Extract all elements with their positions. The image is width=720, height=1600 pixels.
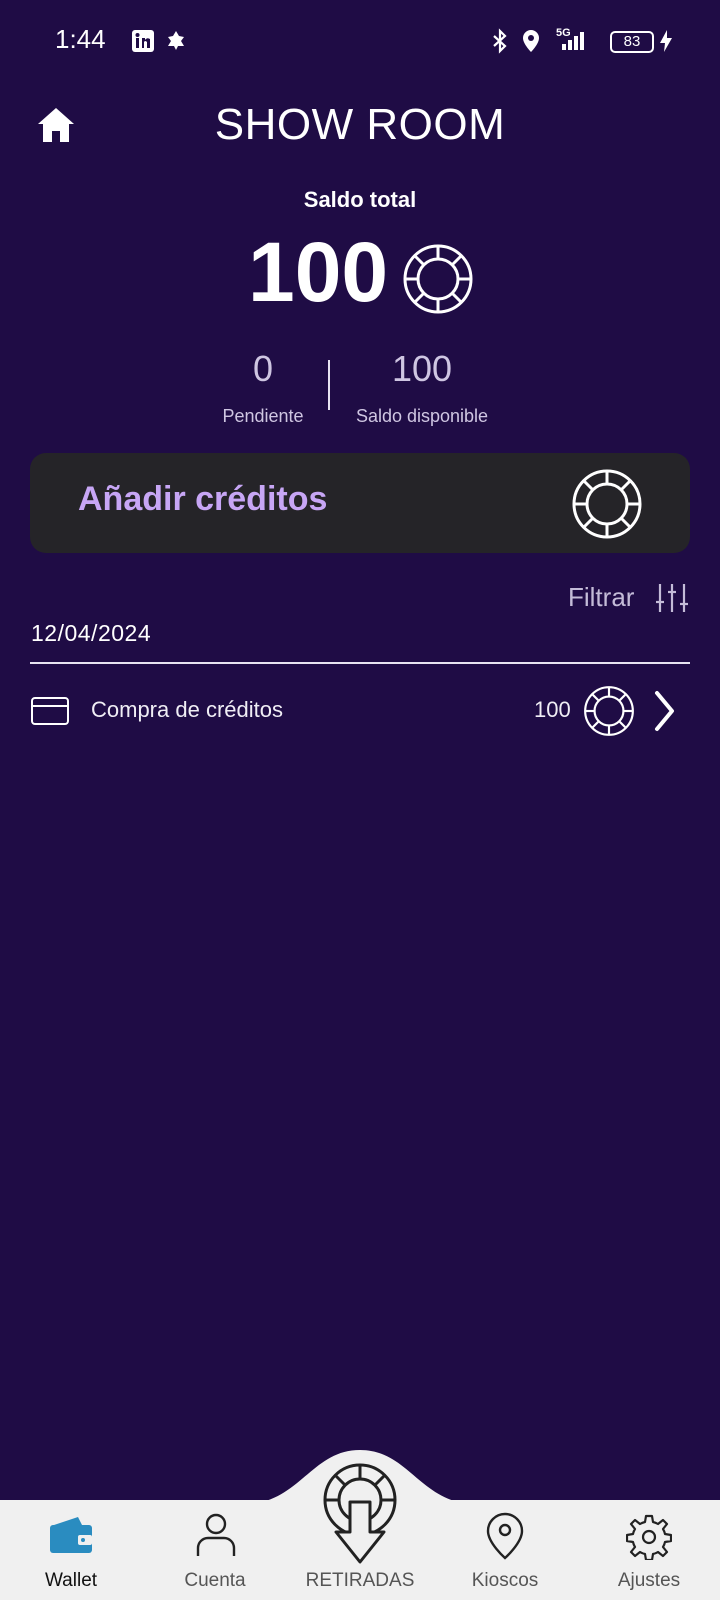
chevron-right-icon[interactable]: [652, 690, 678, 732]
location-pin-icon: [486, 1512, 524, 1560]
nav-label-cuenta: Cuenta: [184, 1570, 246, 1591]
filter-sliders-icon[interactable]: [655, 582, 689, 614]
notification-app-icon: [168, 31, 184, 50]
available-value: 100: [391, 348, 453, 389]
nav-label-retiradas: RETIRADAS: [305, 1570, 415, 1591]
withdraw-chip-icon: [323, 1463, 397, 1564]
person-icon: [196, 1513, 236, 1556]
nav-label-ajustes: Ajustes: [617, 1570, 681, 1591]
credit-card-icon: [31, 697, 69, 725]
gear-icon: [626, 1514, 672, 1560]
add-credits-label: Añadir créditos: [78, 480, 328, 518]
credit-chip-icon: [403, 244, 473, 314]
linkedin-icon: [132, 30, 154, 52]
bluetooth-icon: [493, 28, 507, 54]
transaction-amount: 100: [534, 697, 571, 722]
wallet-icon: [50, 1517, 92, 1553]
balance-divider: [328, 360, 330, 410]
page-title: SHOW ROOM: [214, 100, 506, 149]
total-balance-label: Saldo total: [303, 187, 417, 212]
status-time: 1:44: [55, 24, 106, 54]
transaction-date: 12/04/2024: [31, 620, 152, 646]
date-divider: [30, 662, 690, 664]
total-balance-value: 100: [248, 225, 389, 319]
battery-indicator: 83: [610, 31, 654, 53]
location-icon: [523, 30, 539, 52]
nav-label-kioscos: Kioscos: [471, 1570, 539, 1591]
battery-level: 83: [623, 33, 641, 50]
transaction-chip-icon: [584, 686, 634, 736]
nav-label-wallet: Wallet: [44, 1570, 98, 1591]
pending-label: Pendiente: [222, 406, 304, 426]
add-credits-chip-icon: [572, 469, 642, 539]
available-label: Saldo disponible: [355, 406, 489, 426]
charging-icon: [660, 30, 672, 52]
pending-value: 0: [252, 348, 274, 389]
signal-icon: [562, 32, 584, 50]
transaction-label: Compra de créditos: [91, 697, 283, 722]
filter-button[interactable]: Filtrar: [568, 582, 634, 613]
